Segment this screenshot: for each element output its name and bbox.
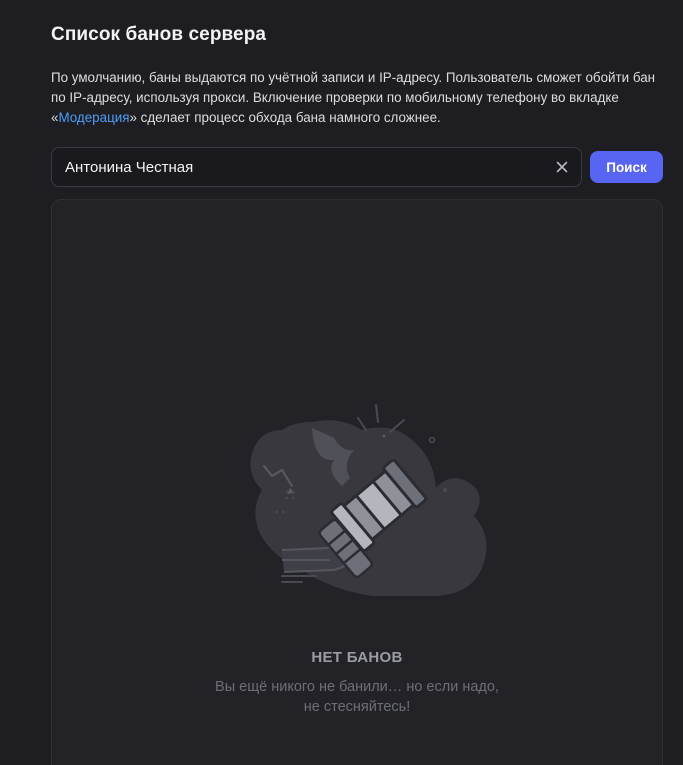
ban-hammer-icon — [250, 404, 487, 596]
page-description: По умолчанию, баны выдаются по учётной з… — [51, 68, 671, 128]
search-input[interactable] — [52, 148, 542, 186]
search-box — [51, 147, 582, 187]
close-icon — [556, 161, 568, 173]
search-button[interactable]: Поиск — [590, 151, 663, 183]
empty-state-title: НЕТ БАНОВ — [311, 649, 403, 666]
clear-search-button[interactable] — [553, 158, 571, 176]
moderation-link[interactable]: Модерация — [58, 110, 129, 125]
empty-state-line-1: Вы ещё никого не банили… но если надо, — [215, 679, 499, 695]
description-text-end: » сделает процесс обхода бана намного сл… — [129, 110, 441, 125]
ban-list-panel: НЕТ БАНОВ Вы ещё никого не банили… но ес… — [51, 199, 663, 765]
page-title: Список банов сервера — [51, 24, 267, 45]
empty-state-text: Вы ещё никого не банили… но если надо, н… — [52, 677, 662, 717]
empty-state-line-2: не стесняйтесь! — [303, 699, 411, 715]
ban-list-page: Список банов сервера По умолчанию, баны … — [0, 0, 683, 765]
